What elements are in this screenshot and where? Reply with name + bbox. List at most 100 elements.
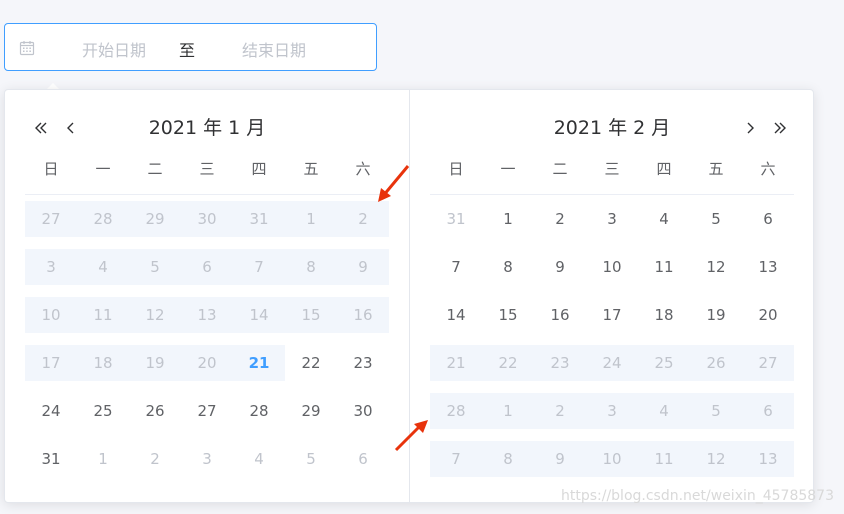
date-row: 24 25 26 27 28 29 30 xyxy=(25,393,389,429)
date-row: 27 28 29 30 31 1 2 xyxy=(25,201,389,237)
date-cell[interactable]: 4 xyxy=(77,249,129,285)
date-cell[interactable]: 1 xyxy=(482,201,534,237)
date-cell[interactable]: 7 xyxy=(233,249,285,285)
date-cell[interactable]: 16 xyxy=(534,297,586,333)
date-cell[interactable]: 13 xyxy=(742,441,794,477)
date-cell[interactable]: 8 xyxy=(482,441,534,477)
date-cell[interactable]: 23 xyxy=(337,345,389,381)
date-cell[interactable]: 27 xyxy=(25,201,77,237)
date-cell[interactable]: 5 xyxy=(690,393,742,429)
weekday-label: 五 xyxy=(303,160,319,178)
date-cell[interactable]: 22 xyxy=(285,345,337,381)
date-cell[interactable]: 29 xyxy=(285,393,337,429)
date-cell[interactable]: 10 xyxy=(25,297,77,333)
date-cell[interactable]: 12 xyxy=(690,441,742,477)
date-cell[interactable]: 2 xyxy=(337,201,389,237)
date-cell[interactable]: 14 xyxy=(233,297,285,333)
date-cell[interactable]: 17 xyxy=(586,297,638,333)
date-cell[interactable]: 13 xyxy=(742,249,794,285)
date-cell[interactable]: 5 xyxy=(690,201,742,237)
date-cell[interactable]: 7 xyxy=(430,249,482,285)
date-cell-today[interactable]: 21 xyxy=(233,345,285,381)
weekday-label: 一 xyxy=(95,160,111,178)
date-cell[interactable]: 4 xyxy=(638,201,690,237)
date-cell[interactable]: 3 xyxy=(25,249,77,285)
date-cell[interactable]: 18 xyxy=(77,345,129,381)
date-cell[interactable]: 6 xyxy=(742,201,794,237)
date-cell[interactable]: 1 xyxy=(77,441,129,477)
double-chevron-right-icon[interactable] xyxy=(770,118,790,138)
date-cell[interactable]: 21 xyxy=(430,345,482,381)
date-cell[interactable]: 6 xyxy=(742,393,794,429)
date-cell[interactable]: 16 xyxy=(337,297,389,333)
date-cell[interactable]: 29 xyxy=(129,201,181,237)
date-cell[interactable]: 1 xyxy=(285,201,337,237)
date-cell[interactable]: 4 xyxy=(638,393,690,429)
date-cell[interactable]: 13 xyxy=(181,297,233,333)
chevron-right-icon[interactable] xyxy=(740,118,760,138)
date-cell[interactable]: 8 xyxy=(482,249,534,285)
date-cell[interactable]: 9 xyxy=(534,249,586,285)
date-cell[interactable]: 20 xyxy=(742,297,794,333)
date-cell[interactable]: 31 xyxy=(25,441,77,477)
date-cell[interactable]: 26 xyxy=(690,345,742,381)
date-cell[interactable]: 2 xyxy=(129,441,181,477)
date-cell[interactable]: 15 xyxy=(482,297,534,333)
date-cell[interactable]: 11 xyxy=(638,441,690,477)
date-cell[interactable]: 6 xyxy=(181,249,233,285)
date-cell[interactable]: 10 xyxy=(586,441,638,477)
date-cell[interactable]: 22 xyxy=(482,345,534,381)
date-cell[interactable]: 28 xyxy=(233,393,285,429)
date-cell[interactable]: 26 xyxy=(129,393,181,429)
red-arrow-icon xyxy=(378,165,410,202)
date-cell[interactable]: 27 xyxy=(181,393,233,429)
weekday-label: 日 xyxy=(43,160,59,178)
red-arrow-icon xyxy=(394,420,428,452)
date-row: 28 1 2 3 4 5 6 xyxy=(430,393,794,429)
date-cell[interactable]: 23 xyxy=(534,345,586,381)
date-cell[interactable]: 9 xyxy=(337,249,389,285)
weekday-label: 日 xyxy=(448,160,464,178)
date-cell[interactable]: 9 xyxy=(534,441,586,477)
date-cell[interactable]: 7 xyxy=(430,441,482,477)
date-cell[interactable]: 2 xyxy=(534,201,586,237)
date-cell[interactable]: 5 xyxy=(285,441,337,477)
date-cell[interactable]: 1 xyxy=(482,393,534,429)
date-cell[interactable]: 10 xyxy=(586,249,638,285)
date-cell[interactable]: 17 xyxy=(25,345,77,381)
date-cell[interactable]: 3 xyxy=(586,393,638,429)
date-cell[interactable]: 14 xyxy=(430,297,482,333)
end-date-input[interactable]: 结束日期 xyxy=(231,37,317,61)
date-cell[interactable]: 25 xyxy=(77,393,129,429)
date-cell[interactable]: 30 xyxy=(181,201,233,237)
date-cell[interactable]: 3 xyxy=(586,201,638,237)
date-cell[interactable]: 15 xyxy=(285,297,337,333)
date-cell[interactable]: 27 xyxy=(742,345,794,381)
date-cell[interactable]: 6 xyxy=(337,441,389,477)
date-cell[interactable]: 4 xyxy=(233,441,285,477)
date-cell[interactable]: 28 xyxy=(430,393,482,429)
date-cell[interactable]: 8 xyxy=(285,249,337,285)
date-cell[interactable]: 12 xyxy=(129,297,181,333)
date-cell[interactable]: 3 xyxy=(181,441,233,477)
date-cell[interactable]: 25 xyxy=(638,345,690,381)
date-cell[interactable]: 2 xyxy=(534,393,586,429)
date-cell[interactable]: 11 xyxy=(77,297,129,333)
date-cell[interactable]: 28 xyxy=(77,201,129,237)
date-cell[interactable]: 31 xyxy=(233,201,285,237)
start-date-input[interactable]: 开始日期 xyxy=(71,37,157,61)
weekday-label: 三 xyxy=(199,160,215,178)
date-cell[interactable]: 30 xyxy=(337,393,389,429)
date-cell[interactable]: 18 xyxy=(638,297,690,333)
date-cell[interactable]: 19 xyxy=(129,345,181,381)
date-cell[interactable]: 5 xyxy=(129,249,181,285)
date-range-input[interactable]: 开始日期 至 结束日期 xyxy=(4,23,377,71)
date-cell[interactable]: 24 xyxy=(586,345,638,381)
date-cell[interactable]: 19 xyxy=(690,297,742,333)
date-cell[interactable]: 12 xyxy=(690,249,742,285)
left-weekday-header: 日一二三四五六 xyxy=(25,158,389,180)
date-cell[interactable]: 11 xyxy=(638,249,690,285)
date-cell[interactable]: 24 xyxy=(25,393,77,429)
date-cell[interactable]: 20 xyxy=(181,345,233,381)
date-cell[interactable]: 31 xyxy=(430,201,482,237)
